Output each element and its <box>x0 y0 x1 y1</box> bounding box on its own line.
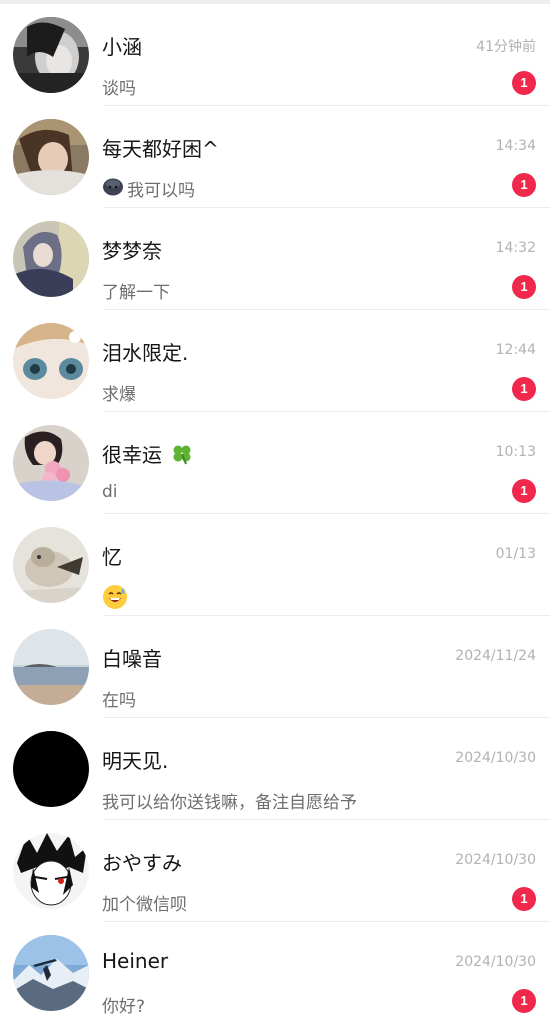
sea-landscape-avatar[interactable] <box>13 629 89 705</box>
message-preview: di <box>102 482 118 502</box>
conversation-row[interactable]: 忆 01/13 <box>0 514 550 616</box>
message-preview: 谈吗 <box>102 74 136 99</box>
message-time: 41分钟前 <box>476 39 536 55</box>
preview-text: di <box>102 482 118 502</box>
contact-name: 每天都好困^ <box>102 137 219 161</box>
contact-name: 梦梦奈 <box>102 239 162 263</box>
anime-boy-avatar[interactable] <box>13 833 89 909</box>
message-preview: 在吗 <box>102 686 136 711</box>
message-time: 10:13 <box>495 444 536 460</box>
unread-badge: 1 <box>512 479 536 503</box>
message-time: 14:32 <box>495 240 536 256</box>
message-preview: 我可以给你送钱嘛，备注自愿给予 <box>102 788 357 813</box>
four-leaf-clover-icon <box>171 443 193 470</box>
message-preview: 你好? <box>102 992 145 1017</box>
contact-name: 白噪音 <box>102 647 162 671</box>
message-time: 2024/10/30 <box>455 852 536 868</box>
unread-badge: 1 <box>512 173 536 197</box>
conversation-row[interactable]: 每天都好困^ 14:34 我可以吗 1 <box>0 106 550 208</box>
contact-name: 很幸运 <box>102 439 193 470</box>
message-time: 14:34 <box>495 138 536 154</box>
contact-name: Heiner <box>102 949 169 973</box>
preview-text: 谈吗 <box>102 79 136 99</box>
unread-badge: 1 <box>512 887 536 911</box>
message-preview: 求爆 <box>102 380 136 405</box>
message-time: 2024/10/30 <box>455 954 536 970</box>
preview-text: 我可以给你送钱嘛，备注自愿给予 <box>102 793 357 813</box>
unread-badge: 1 <box>512 989 536 1013</box>
conversation-row[interactable]: 白噪音 2024/11/24 在吗 <box>0 616 550 718</box>
conversation-row[interactable]: おやすみ 2024/10/30 加个微信呗 1 <box>0 820 550 922</box>
contact-name: おやすみ <box>102 851 182 875</box>
message-preview: 加个微信呗 <box>102 890 187 915</box>
conversation-row[interactable]: 泪水限定. 12:44 求爆 1 <box>0 310 550 412</box>
girl-lying-avatar[interactable] <box>13 119 89 195</box>
mountain-avatar[interactable] <box>13 935 89 1011</box>
message-preview: 我可以吗 <box>102 176 195 201</box>
unread-badge: 1 <box>512 377 536 401</box>
conversation-row[interactable]: 小涵 41分钟前 谈吗 1 <box>0 4 550 106</box>
preview-text: 我可以吗 <box>127 181 195 201</box>
preview-text: 在吗 <box>102 691 136 711</box>
dark-blob-emoji <box>102 176 124 201</box>
girl-selfie-avatar[interactable] <box>13 17 89 93</box>
unread-badge: 1 <box>512 275 536 299</box>
anime-closeup-avatar[interactable] <box>13 323 89 399</box>
cat-avatar[interactable] <box>13 527 89 603</box>
contact-name: 明天见. <box>102 749 169 773</box>
message-preview: 了解一下 <box>102 278 170 303</box>
conversation-row[interactable]: Heiner 2024/10/30 你好? 1 <box>0 922 550 1024</box>
preview-text: 加个微信呗 <box>102 895 187 915</box>
message-time: 2024/10/30 <box>455 750 536 766</box>
message-preview <box>102 584 128 615</box>
contact-name: 泪水限定. <box>102 341 189 365</box>
message-time: 12:44 <box>495 342 536 358</box>
preview-text: 求爆 <box>102 385 136 405</box>
conversation-row[interactable]: 很幸运 10:13 di 1 <box>0 412 550 514</box>
message-time: 01/13 <box>495 546 536 562</box>
girl-with-flowers-avatar[interactable] <box>13 425 89 501</box>
preview-text: 你好? <box>102 997 146 1017</box>
sweat-smile-emoji <box>102 584 128 615</box>
conversation-list: 小涵 41分钟前 谈吗 1 每天都好困^ 14:34 我可以吗 1 梦梦奈 14… <box>0 4 550 1024</box>
hooded-girl-avatar[interactable] <box>13 221 89 297</box>
conversation-row[interactable]: 梦梦奈 14:32 了解一下 1 <box>0 208 550 310</box>
name-text: 很幸运 <box>102 443 162 467</box>
conversation-row[interactable]: 明天见. 2024/10/30 我可以给你送钱嘛，备注自愿给予 <box>0 718 550 820</box>
contact-name: 忆 <box>102 545 122 569</box>
contact-name: 小涵 <box>102 35 142 59</box>
preview-text: 了解一下 <box>102 283 170 303</box>
message-time: 2024/11/24 <box>455 648 536 664</box>
unread-badge: 1 <box>512 71 536 95</box>
black-avatar[interactable] <box>13 731 89 807</box>
